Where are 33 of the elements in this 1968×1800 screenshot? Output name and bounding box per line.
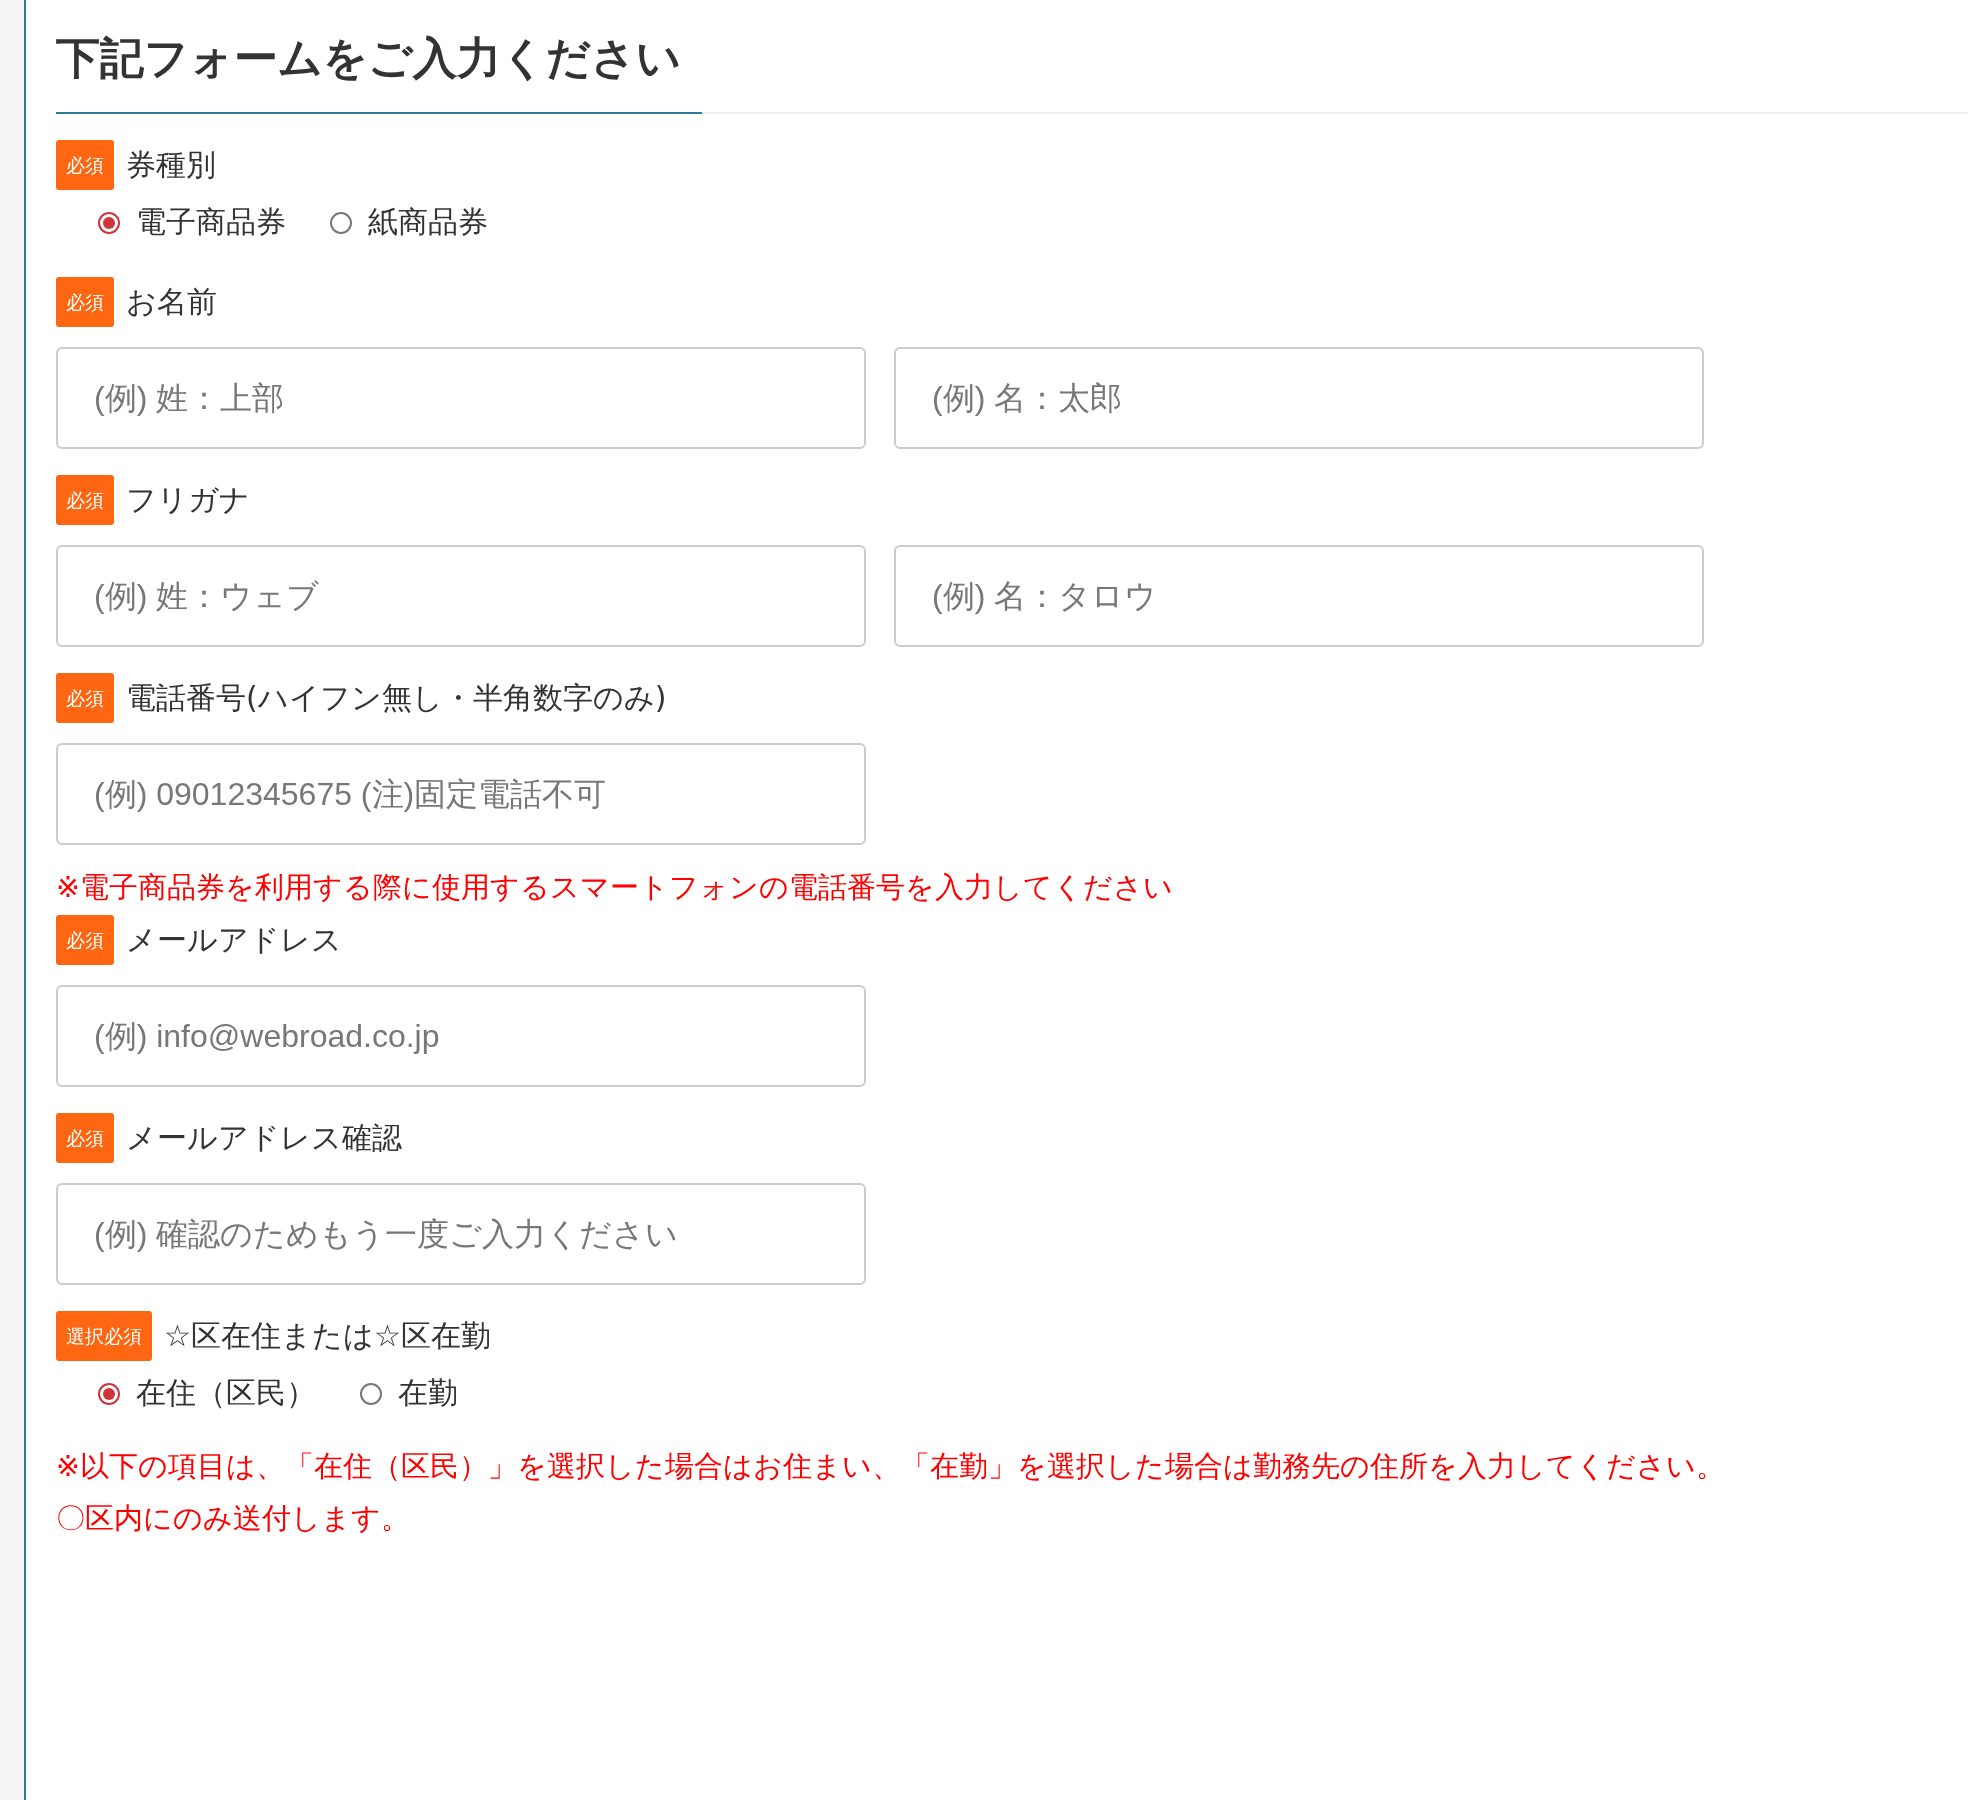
required-badge: 選択必須 (56, 1311, 152, 1361)
field-label: フリガナ (126, 480, 250, 519)
radio-button[interactable] (98, 211, 120, 234)
input-field[interactable]: (例) 名：タロウ (894, 545, 1704, 647)
input-field[interactable]: (例) 姓：上部 (56, 347, 866, 449)
required-badge: 必須 (56, 1113, 114, 1163)
input-field[interactable]: (例) 確認のためもう一度ご入力ください (56, 1183, 866, 1285)
radio-label[interactable]: 在住（区民） (136, 1373, 316, 1414)
required-badge: 必須 (56, 140, 114, 190)
note-text: ※以下の項目は、「在住（区民）」を選択した場合はお住まい、「在勤」を選択した場合は勤務先の住所を入力してください。 (56, 1449, 1726, 1485)
required-badge: 必須 (56, 475, 114, 525)
radio-button[interactable] (360, 1382, 382, 1405)
form-heading: 下記フォームをご入力ください (56, 31, 682, 85)
field-label: メールアドレス (126, 920, 342, 959)
radio-label[interactable]: 電子商品券 (136, 202, 286, 243)
field-label: メールアドレス確認 (126, 1118, 402, 1157)
input-field[interactable]: (例) info@webroad.co.jp (56, 985, 866, 1087)
required-badge: 必須 (56, 915, 114, 965)
radio-label[interactable]: 在勤 (398, 1373, 458, 1414)
field-label: 券種別 (126, 145, 216, 184)
field-label: ☆区在住または☆区在勤 (164, 1316, 491, 1355)
required-badge: 必須 (56, 673, 114, 723)
input-field[interactable]: (例) 姓：ウェブ (56, 545, 866, 647)
radio-button[interactable] (330, 211, 352, 234)
required-badge: 必須 (56, 277, 114, 327)
radio-button[interactable] (98, 1382, 120, 1405)
field-label: 電話番号(ハイフン無し・半角数字のみ) (126, 678, 667, 717)
input-field[interactable]: (例) 名：太郎 (894, 347, 1704, 449)
input-field[interactable]: (例) 09012345675 (注)固定電話不可 (56, 743, 866, 845)
note-text: 〇区内にのみ送付します。 (56, 1501, 411, 1537)
radio-label[interactable]: 紙商品券 (368, 202, 488, 243)
note-text: ※電子商品券を利用する際に使用するスマートフォンの電話番号を入力してください (56, 870, 1174, 906)
field-label: お名前 (126, 282, 217, 321)
